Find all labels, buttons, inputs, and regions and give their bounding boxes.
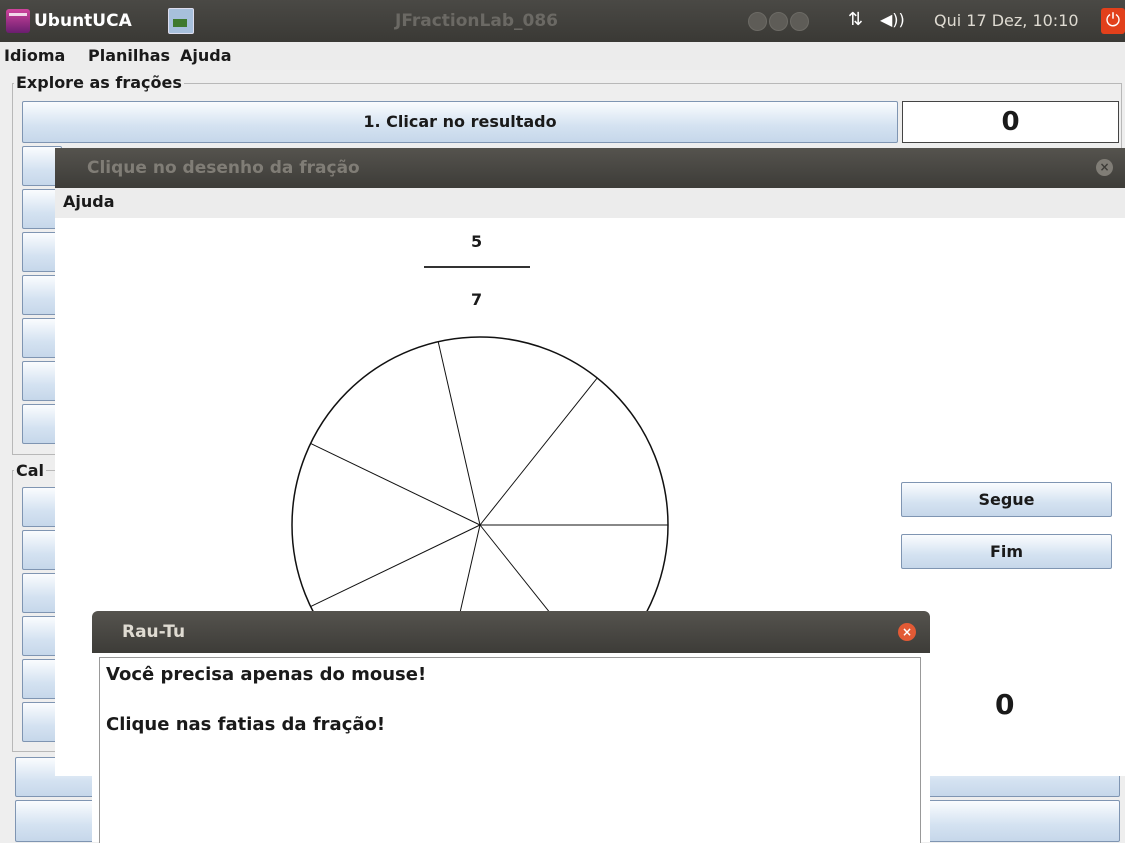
window-title: JFractionLab_086: [395, 11, 558, 31]
fraction-bar: [424, 266, 530, 268]
menu-idioma[interactable]: Idioma: [4, 46, 65, 65]
minimize-icon[interactable]: [748, 12, 767, 31]
volume-icon[interactable]: ◀)): [880, 10, 905, 29]
help-dialog-titlebar[interactable]: Rau-Tu ×: [92, 611, 930, 653]
help-dialog-title: Rau-Tu: [122, 622, 186, 642]
menu-planilhas[interactable]: Planilhas: [88, 46, 170, 65]
fraction-denominator: 7: [471, 290, 483, 309]
close-window-icon[interactable]: [790, 12, 809, 31]
fim-button-label: Fim: [989, 542, 1024, 561]
maximize-icon[interactable]: [769, 12, 788, 31]
help-dialog: Rau-Tu × Você precisa apenas do mouse! C…: [92, 611, 930, 843]
top-panel: UbuntUCA JFractionLab_086 ⇅ ◀)) Qui 17 D…: [0, 0, 1125, 42]
fraction-score: 0: [995, 688, 1015, 721]
help-line-1: Você precisa apenas do mouse!: [106, 664, 427, 685]
segue-button-label: Segue: [978, 490, 1035, 509]
clock[interactable]: Qui 17 Dez, 10:10: [934, 11, 1079, 30]
menu-ajuda[interactable]: Ajuda: [180, 46, 232, 65]
close-icon[interactable]: ×: [898, 623, 916, 641]
calc-group-title: Cal: [14, 461, 47, 480]
help-line-2: Clique nas fatias da fração!: [106, 714, 386, 735]
explore-group-title: Explore as frações: [14, 73, 184, 92]
network-icon[interactable]: ⇅: [848, 9, 863, 30]
task-button-1[interactable]: 1. Clicar no resultado: [22, 101, 898, 143]
explore-score: 0: [902, 101, 1119, 143]
fraction-numerator: 5: [471, 232, 483, 251]
power-icon[interactable]: ⏻: [1101, 8, 1125, 34]
fraction-dialog-menubar: Ajuda: [55, 188, 1125, 218]
segue-button[interactable]: Segue: [901, 482, 1112, 517]
ubuntu-menu-icon[interactable]: [6, 9, 30, 33]
app-window-icon: [168, 8, 194, 34]
close-icon[interactable]: ×: [1096, 159, 1113, 176]
help-text-area[interactable]: Você precisa apenas do mouse! Clique nas…: [99, 657, 921, 843]
fraction-pie[interactable]: [280, 333, 680, 633]
task-button-1-label: 1. Clicar no resultado: [363, 112, 557, 131]
fraction-dialog-title: Clique no desenho da fração: [87, 158, 360, 178]
fim-button[interactable]: Fim: [901, 534, 1112, 569]
menu-ajuda-dialog[interactable]: Ajuda: [63, 192, 115, 211]
main-menubar: Idioma Planilhas Ajuda: [0, 42, 1125, 70]
window-controls: [748, 12, 811, 35]
app-name[interactable]: UbuntUCA: [34, 11, 132, 31]
fraction-dialog-titlebar[interactable]: Clique no desenho da fração ×: [55, 148, 1125, 188]
